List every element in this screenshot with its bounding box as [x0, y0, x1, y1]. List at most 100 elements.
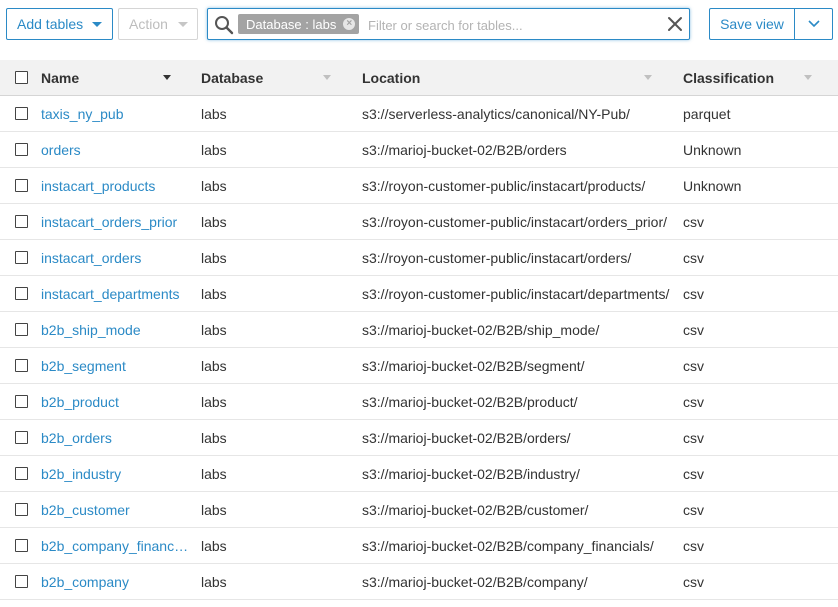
table-name-link[interactable]: orders — [41, 132, 191, 168]
table-name-link[interactable]: b2b_segment — [41, 348, 191, 384]
column-header-label: Database — [201, 70, 264, 86]
database-cell: labs — [201, 348, 341, 384]
filter-token-label: Database : labs — [246, 16, 337, 32]
sort-icon[interactable] — [804, 75, 812, 80]
table-row[interactable]: b2b_ship_mode labs s3://marioj-bucket-02/B… — [0, 312, 838, 348]
row-checkbox[interactable] — [15, 179, 28, 192]
location-cell: s3://royon-customer-public/instacart/pro… — [362, 168, 672, 204]
row-checkbox[interactable] — [15, 467, 28, 480]
filter-token[interactable]: Database : labs × — [238, 14, 360, 34]
row-checkbox[interactable] — [15, 395, 28, 408]
action-button[interactable]: Action — [118, 8, 198, 40]
column-header-name[interactable]: Name — [41, 60, 79, 96]
table-row[interactable]: instacart_orders_prior labs s3://royon-cus… — [0, 204, 838, 240]
save-view-button[interactable]: Save view — [709, 8, 795, 40]
table-name-text: taxis_ny_pub — [41, 106, 124, 122]
row-checkbox[interactable] — [15, 143, 28, 156]
sort-desc-icon[interactable] — [163, 75, 171, 80]
search-box[interactable]: Database : labs × — [207, 8, 690, 40]
table-name-link[interactable]: b2b_orders — [41, 420, 191, 456]
classification-cell: Unknown — [683, 168, 833, 204]
remove-token-icon[interactable]: × — [343, 18, 356, 30]
classification-cell: csv — [683, 420, 833, 456]
table-name-link[interactable]: b2b_product — [41, 384, 191, 420]
sort-icon[interactable] — [323, 75, 331, 80]
row-checkbox[interactable] — [15, 323, 28, 336]
table-row[interactable]: b2b_customer labs s3://marioj-bucket-02/B2… — [0, 492, 838, 528]
database-text: labs — [201, 142, 227, 158]
table-row[interactable]: orders labs s3://marioj-bucket-02/B2B/orde… — [0, 132, 838, 168]
table-row[interactable]: instacart_products labs s3://royon-custome… — [0, 168, 838, 204]
table-row[interactable]: b2b_segment labs s3://marioj-bucket-02/B2B… — [0, 348, 838, 384]
location-text: s3://marioj-bucket-02/B2B/orders — [362, 142, 567, 158]
column-header-classification[interactable]: Classification — [683, 60, 774, 96]
table-name-text: b2b_segment — [41, 358, 126, 374]
location-text: s3://marioj-bucket-02/B2B/product/ — [362, 394, 578, 410]
row-checkbox[interactable] — [15, 431, 28, 444]
table-name-text: b2b_product — [41, 394, 119, 410]
column-header-label: Location — [362, 70, 421, 86]
table-name-link[interactable]: b2b_company — [41, 564, 191, 600]
classification-cell: parquet — [683, 96, 833, 132]
table-name-link[interactable]: instacart_orders — [41, 240, 191, 276]
database-cell: labs — [201, 420, 341, 456]
chevron-down-icon — [92, 21, 103, 27]
search-input[interactable] — [368, 15, 658, 35]
table-name-link[interactable]: b2b_customer — [41, 492, 191, 528]
select-all-checkbox[interactable] — [15, 71, 28, 84]
row-checkbox[interactable] — [15, 503, 28, 516]
classification-text: csv — [683, 250, 704, 266]
database-text: labs — [201, 502, 227, 518]
row-checkbox[interactable] — [15, 539, 28, 552]
save-view-menu-button[interactable] — [794, 8, 833, 40]
table-name-link[interactable]: b2b_industry — [41, 456, 191, 492]
row-checkbox[interactable] — [15, 359, 28, 372]
table-row[interactable]: b2b_company labs s3://marioj-bucket-02/B2B… — [0, 564, 838, 600]
table-row[interactable]: b2b_orders labs s3://marioj-bucket-02/B2B/… — [0, 420, 838, 456]
table-name-text: instacart_departments — [41, 286, 180, 302]
table-row[interactable]: b2b_product labs s3://marioj-bucket-02/B2B… — [0, 384, 838, 420]
table-row[interactable]: b2b_industry labs s3://marioj-bucket-02/B2… — [0, 456, 838, 492]
table-name-link[interactable]: b2b_ship_mode — [41, 312, 191, 348]
row-checkbox[interactable] — [15, 287, 28, 300]
table-row[interactable]: b2b_company_financials labs s3://marioj-bu… — [0, 528, 838, 564]
table-name-link[interactable]: instacart_products — [41, 168, 191, 204]
row-checkbox[interactable] — [15, 215, 28, 228]
database-cell: labs — [201, 132, 341, 168]
row-checkbox[interactable] — [15, 107, 28, 120]
add-tables-button[interactable]: Add tables — [6, 8, 113, 40]
database-cell: labs — [201, 168, 341, 204]
clear-search-icon[interactable] — [667, 16, 683, 32]
database-text: labs — [201, 358, 227, 374]
location-cell: s3://marioj-bucket-02/B2B/customer/ — [362, 492, 672, 528]
location-cell: s3://royon-customer-public/instacart/dep… — [362, 276, 672, 312]
classification-cell: csv — [683, 348, 833, 384]
table-row[interactable]: instacart_departments labs s3://royon-cust… — [0, 276, 838, 312]
classification-cell: csv — [683, 384, 833, 420]
table-name-link[interactable]: b2b_company_financials — [41, 528, 191, 564]
row-checkbox[interactable] — [15, 575, 28, 588]
location-cell: s3://royon-customer-public/instacart/ord… — [362, 240, 672, 276]
location-cell: s3://marioj-bucket-02/B2B/industry/ — [362, 456, 672, 492]
table-name-link[interactable]: instacart_orders_prior — [41, 204, 191, 240]
database-text: labs — [201, 430, 227, 446]
location-text: s3://marioj-bucket-02/B2B/company_financ… — [362, 538, 654, 554]
database-cell: labs — [201, 276, 341, 312]
column-header-database[interactable]: Database — [201, 60, 263, 96]
database-cell: labs — [201, 384, 341, 420]
action-label: Action — [129, 16, 168, 32]
database-text: labs — [201, 322, 227, 338]
column-header-location[interactable]: Location — [362, 60, 420, 96]
row-checkbox[interactable] — [15, 251, 28, 264]
table-body: taxis_ny_pub labs s3://serverless-analytic… — [0, 96, 838, 600]
table-row[interactable]: taxis_ny_pub labs s3://serverless-analytic… — [0, 96, 838, 132]
sort-icon[interactable] — [644, 75, 652, 80]
table-name-text: b2b_ship_mode — [41, 322, 141, 338]
database-cell: labs — [201, 240, 341, 276]
location-cell: s3://marioj-bucket-02/B2B/segment/ — [362, 348, 672, 384]
table-name-text: instacart_orders_prior — [41, 214, 178, 230]
table-name-link[interactable]: taxis_ny_pub — [41, 96, 191, 132]
table-name-link[interactable]: instacart_departments — [41, 276, 191, 312]
table-row[interactable]: instacart_orders labs s3://royon-customer-… — [0, 240, 838, 276]
location-cell: s3://marioj-bucket-02/B2B/orders/ — [362, 420, 672, 456]
